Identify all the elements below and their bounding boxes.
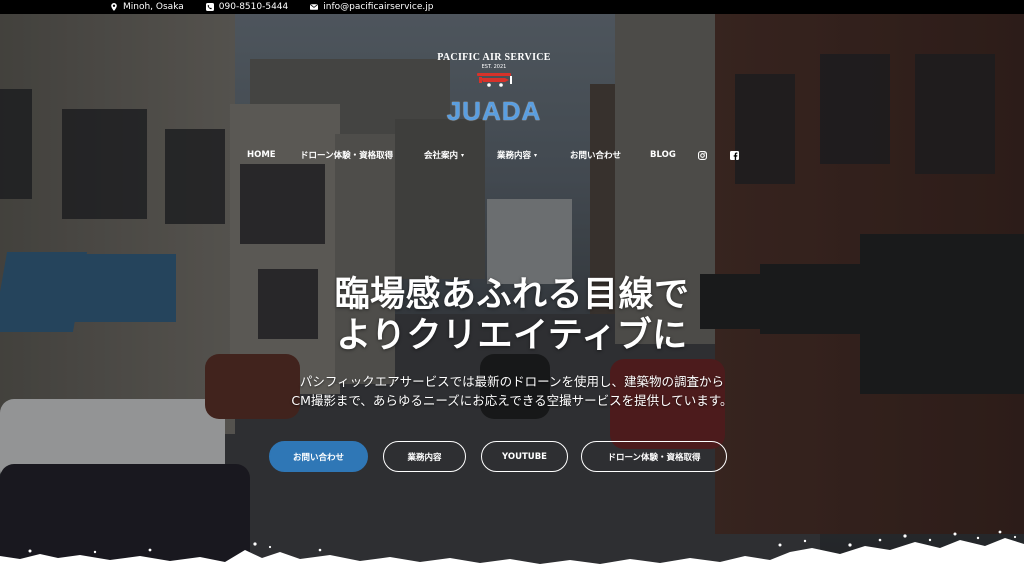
nav-services-label: 業務内容 (497, 151, 532, 161)
phone-info[interactable]: 090-8510-5444 (205, 2, 288, 12)
services-button[interactable]: 業務内容 (383, 441, 466, 472)
nav-company-label: 会社案内 (424, 151, 459, 161)
drone-experience-button[interactable]: ドローン体験・資格取得 (581, 441, 727, 472)
location-info: Minoh, Osaka (110, 2, 184, 12)
hero-headline: 臨場感あふれる目線で よりクリエイティブに (0, 275, 1024, 357)
torn-paper-edge (0, 530, 1024, 568)
chevron-down-icon: ▾ (534, 151, 538, 159)
cta-buttons: お問い合わせ 業務内容 YOUTUBE ドローン体験・資格取得 (269, 441, 727, 472)
location-text: Minoh, Osaka (123, 2, 184, 12)
nav-contact[interactable]: お問い合わせ (570, 149, 650, 161)
headline-line-2: よりクリエイティブに (336, 316, 688, 356)
nav-blog-label: BLOG (650, 150, 676, 160)
nav-contact-label: お問い合わせ (570, 151, 622, 161)
nav-company[interactable]: 会社案内 ▾ (424, 149, 497, 161)
email-text[interactable]: info@pacificairservice.jp (323, 2, 433, 12)
subtext-line-2: CM撮影まで、あらゆるニーズにお応えできる空撮サービスを提供しています。 (291, 393, 733, 408)
nav-home[interactable]: HOME (247, 150, 300, 160)
nav-drone-experience[interactable]: ドローン体験・資格取得 (300, 149, 424, 161)
youtube-button[interactable]: YOUTUBE (481, 441, 568, 472)
nav-drone-experience-label: ドローン体験・資格取得 (300, 151, 394, 161)
logo-company-name: PACIFIC AIR SERVICE (437, 52, 551, 63)
airplane-icon (477, 73, 512, 87)
envelope-icon (310, 4, 319, 10)
phone-text[interactable]: 090-8510-5444 (219, 2, 288, 12)
map-pin-icon (111, 3, 117, 11)
top-info-bar: Minoh, Osaka 090-8510-5444 info@pacifica… (0, 0, 1024, 14)
site-logo[interactable]: PACIFIC AIR SERVICE EST. 2021 JUADA (437, 52, 551, 134)
email-info[interactable]: info@pacificairservice.jp (310, 2, 433, 12)
nav-blog[interactable]: BLOG (650, 150, 698, 160)
facebook-link[interactable] (730, 150, 742, 160)
contact-button[interactable]: お問い合わせ (269, 441, 368, 472)
instagram-link[interactable] (698, 150, 730, 160)
main-nav: HOME ドローン体験・資格取得 会社案内 ▾ 業務内容 ▾ お問い合わせ BLOG (247, 148, 742, 162)
headline-line-1: 臨場感あふれる目線で (334, 275, 690, 315)
hero-subtext: パシフィックエアサービスでは最新のドローンを使用し、建築物の調査から CM撮影ま… (0, 372, 1024, 410)
subtext-line-1: パシフィックエアサービスでは最新のドローンを使用し、建築物の調査から (299, 374, 725, 389)
facebook-icon (730, 150, 739, 160)
logo-juada: JUADA (446, 96, 542, 126)
chevron-down-icon: ▾ (461, 151, 465, 159)
phone-icon (205, 3, 214, 11)
instagram-icon (698, 150, 707, 160)
nav-services[interactable]: 業務内容 ▾ (497, 149, 570, 161)
